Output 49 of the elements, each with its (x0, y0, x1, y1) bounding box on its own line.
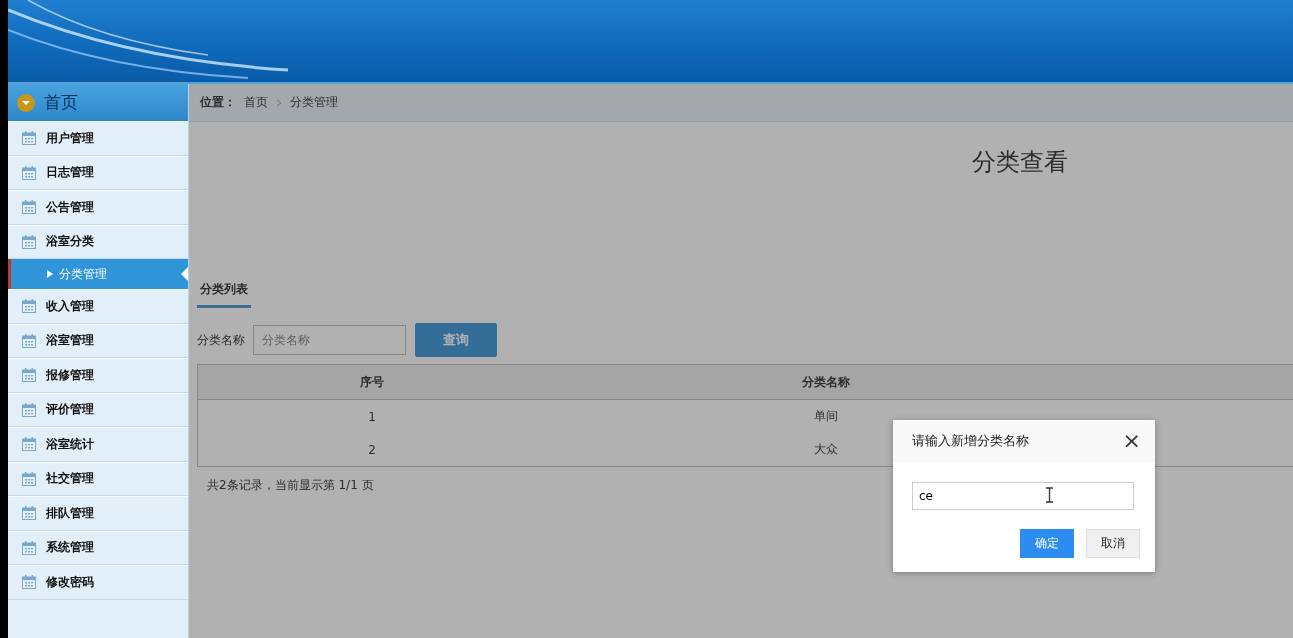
breadcrumb-link[interactable]: 分类管理 (290, 94, 338, 111)
calendar-icon (21, 470, 37, 487)
sidebar-item[interactable]: 排队管理 (8, 496, 188, 531)
calendar-icon (21, 130, 37, 147)
dialog-title: 请输入新增分类名称 (912, 432, 1029, 450)
sidebar-item[interactable]: 公告管理 (8, 190, 188, 225)
table-cell-text: 大众 (813, 441, 839, 458)
sidebar-item[interactable]: 报修管理 (8, 358, 188, 393)
sidebar-item[interactable]: 系统管理 (8, 530, 188, 565)
name-input-field[interactable]: ce (912, 482, 1134, 510)
sidebar-item[interactable]: 浴室统计 (8, 427, 188, 462)
calendar-icon (21, 164, 37, 181)
breadcrumb-label: 位置： (200, 94, 236, 111)
text-cursor-icon (1045, 487, 1054, 503)
sidebar-item[interactable]: 修改密码 (8, 565, 188, 600)
column-header: 序号 (359, 373, 385, 391)
dropdown-circle-icon (16, 92, 36, 113)
search-field[interactable]: 分类名称 (253, 325, 406, 355)
triangle-right-icon (47, 270, 53, 278)
chevron-right-icon (276, 98, 282, 107)
table-cell-text: 单间 (813, 408, 839, 425)
sidebar-item[interactable]: 收入管理 (8, 289, 188, 324)
list-tab[interactable]: 分类列表 (197, 276, 251, 308)
column-header: 分类名称 (801, 373, 851, 391)
pagination-info: 共2条记录，当前显示第 1/1 页 (207, 477, 375, 494)
calendar-icon (21, 367, 37, 384)
sidebar-item[interactable]: 日志管理 (8, 155, 188, 190)
calendar-icon (21, 574, 37, 591)
calendar-icon (21, 199, 37, 216)
calendar-icon (21, 505, 37, 522)
search-label: 分类名称 (197, 331, 245, 349)
sidebar-item[interactable]: 评价管理 (8, 392, 188, 427)
sidebar-home-label: 首页 (44, 91, 78, 114)
sidebar-item[interactable]: 浴室管理 (8, 323, 188, 358)
calendar-icon (21, 436, 37, 453)
table-cell-text: 1 (367, 409, 377, 424)
sidebar-home-header[interactable]: 首页 (8, 84, 188, 121)
table-cell-text: 2 (367, 442, 377, 457)
breadcrumb-link[interactable]: 首页 (244, 94, 268, 111)
calendar-icon (21, 332, 37, 349)
calendar-icon (21, 298, 37, 315)
cancel-button[interactable]: 取消 (1086, 529, 1140, 558)
calendar-icon (21, 539, 37, 556)
close-button[interactable]: × (1122, 430, 1141, 452)
sidebar-item[interactable]: 用户管理 (8, 121, 188, 156)
sidebar-item[interactable]: 社交管理 (8, 461, 188, 496)
calendar-icon (21, 233, 37, 250)
calendar-icon (21, 401, 37, 418)
page-title: 分类查看 (972, 147, 1069, 176)
